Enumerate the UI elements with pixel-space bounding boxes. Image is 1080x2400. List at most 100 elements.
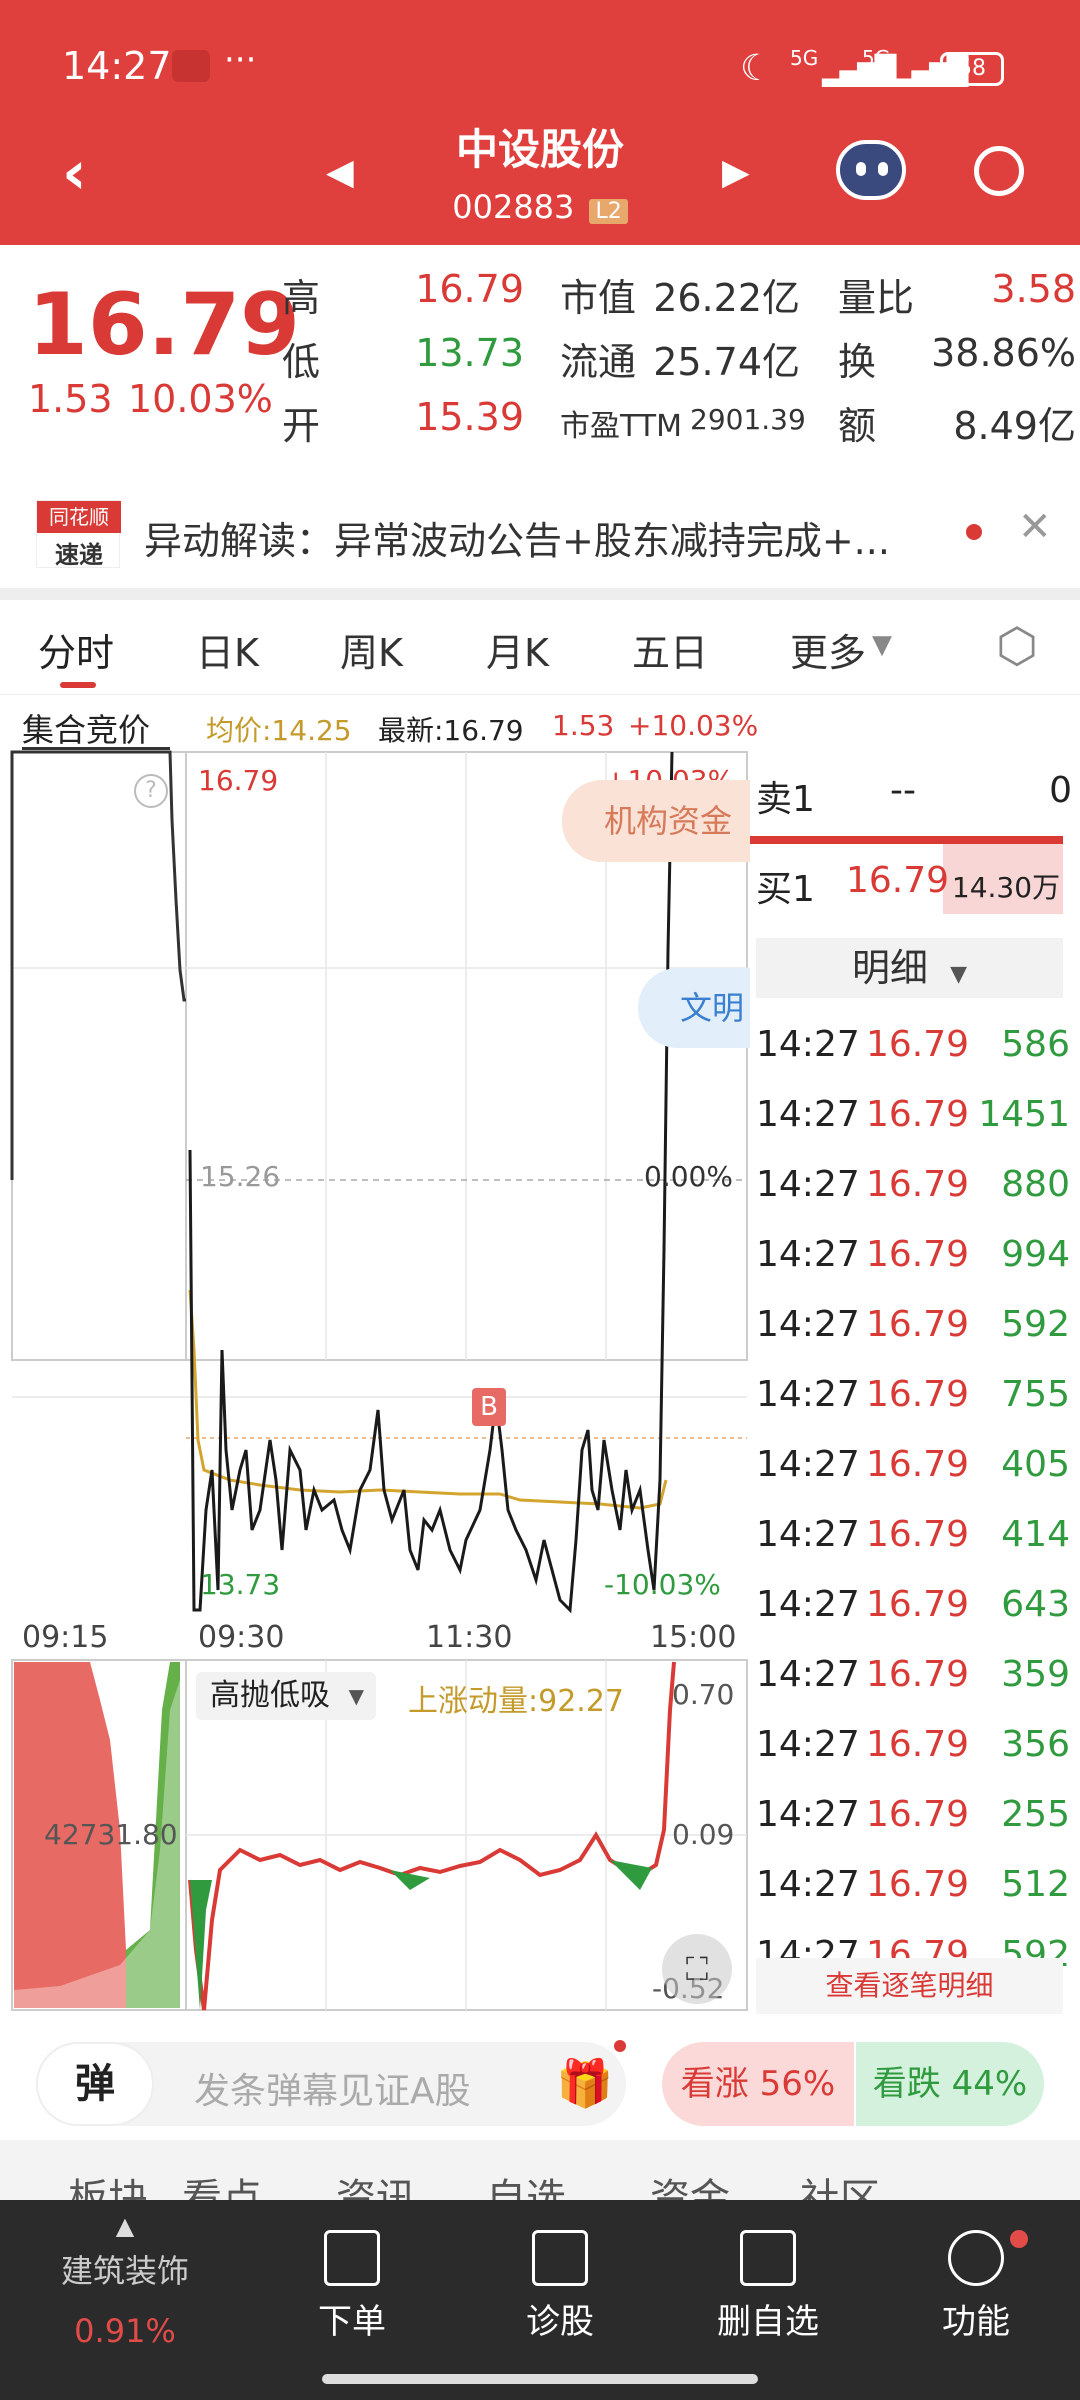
fullscreen-icon[interactable]: ⛶ <box>662 1934 732 2004</box>
tick-price: 16.79 <box>866 1304 970 1345</box>
float-label: 流通 <box>560 340 637 384</box>
wenming-badge[interactable]: 文明 <box>638 968 750 1048</box>
view-all-ticks-button[interactable]: 查看逐笔明细 <box>756 1958 1063 2014</box>
robot-assistant-icon[interactable] <box>836 140 906 200</box>
news-badge: 同花顺 速递 <box>36 500 121 569</box>
notification-icon <box>172 50 210 82</box>
tick-time: 14:27 <box>756 1234 860 1275</box>
sell1-price: -- <box>890 770 916 811</box>
turnover-value: 38.86% <box>931 331 1076 375</box>
danmu-input[interactable]: 弹 发条弹幕见证A股 🎁 <box>36 2042 626 2126</box>
tick-time: 14:27 <box>756 1514 860 1555</box>
avg-price-line <box>188 1289 668 1510</box>
tick-time: 14:27 <box>756 1864 860 1905</box>
tick-row: 14:27 16.79 592 <box>750 1292 1080 1362</box>
close-icon[interactable]: ✕ <box>1018 504 1052 550</box>
partial-tab-3[interactable]: 自选 <box>486 2166 566 2200</box>
tick-row: 14:27 16.79 586 <box>750 1012 1080 1082</box>
tick-volume: 880 <box>1001 1164 1070 1205</box>
low-label: 低 <box>282 340 321 384</box>
tab-intraday[interactable]: 分时 <box>38 622 114 677</box>
separator <box>0 588 1080 600</box>
amount-label: 额 <box>838 404 877 448</box>
tick-price: 16.79 <box>866 1444 970 1485</box>
tab-daily-k[interactable]: 日K <box>196 622 259 677</box>
partial-tab-1[interactable]: 看点 <box>182 2166 262 2200</box>
danmu-icon[interactable]: 弹 <box>36 2042 154 2126</box>
tick-price: 16.79 <box>866 1584 970 1625</box>
partial-tab-2[interactable]: 资讯 <box>336 2166 416 2200</box>
auction-price-line <box>10 750 186 1180</box>
nav-functions-label: 功能 <box>942 2302 1010 2342</box>
detail-toggle[interactable]: 明细 ▼ <box>756 938 1063 998</box>
tick-time: 14:27 <box>756 1794 860 1835</box>
partial-tab-5[interactable]: 社区 <box>800 2166 880 2200</box>
sector-name: 建筑装饰 <box>60 2252 189 2290</box>
level2-badge[interactable]: L2 <box>589 199 628 224</box>
tab-more[interactable]: 更多 <box>790 622 866 677</box>
stock-code: 002883 <box>452 188 575 226</box>
tick-price: 16.79 <box>866 1164 970 1205</box>
chart-info-bar: 集合竞价 均价:14.25 最新:16.79 1.53 +10.03% <box>0 697 758 750</box>
stock-title: 中设股份 <box>455 125 624 174</box>
chart-top-price: 16.79 <box>198 764 279 797</box>
stock-header: ‹ ◀ 中设股份 002883 L2 ▶ <box>0 100 1080 245</box>
auction-volume-label: 42731.80 <box>44 1818 178 1851</box>
intraday-chart[interactable]: 16.79 15.26 13.73 +10.03% 0.00% -10.03% … <box>0 750 750 2015</box>
settings-hexagon-icon[interactable]: ⬡ <box>996 618 1038 674</box>
nav-functions[interactable]: 功能 <box>906 2230 1046 2343</box>
buy-marker[interactable]: B <box>472 1388 506 1426</box>
buy1-volume: 14.30万 <box>951 871 1061 904</box>
bearish-vote-button[interactable]: 看跌 44% <box>856 2042 1044 2126</box>
tick-row: 14:27 16.79 255 <box>750 1782 1080 1852</box>
tick-volume: 255 <box>1001 1794 1070 1835</box>
tick-volume: 592 <box>1001 1304 1070 1345</box>
tick-time: 14:27 <box>756 1164 860 1205</box>
tick-row: 14:27 16.79 405 <box>750 1432 1080 1502</box>
tab-monthly-k[interactable]: 月K <box>486 622 549 677</box>
nav-order-label: 下单 <box>318 2302 386 2342</box>
partial-tab-0[interactable]: 板块 <box>68 2166 148 2200</box>
news-badge-top: 同花顺 <box>37 501 121 533</box>
tick-volume: 755 <box>1001 1374 1070 1415</box>
nav-diagnose[interactable]: 诊股 <box>490 2230 630 2343</box>
tab-five-day[interactable]: 五日 <box>632 622 708 677</box>
search-icon[interactable] <box>974 146 1024 196</box>
nav-order[interactable]: 下单 <box>282 2230 422 2343</box>
float-value: 25.74亿 <box>653 340 800 384</box>
buy1-label: 买1 <box>756 869 815 910</box>
danmu-icon-text: 弹 <box>75 2061 115 2107</box>
x-label-0915: 09:15 <box>22 1620 109 1655</box>
tick-price: 16.79 <box>866 1024 970 1065</box>
tick-row: 14:27 16.79 512 <box>750 1852 1080 1922</box>
menu-circle-icon <box>948 2230 1004 2286</box>
tick-row: 14:27 16.79 414 <box>750 1502 1080 1572</box>
danmu-bar: 弹 发条弹幕见证A股 🎁 看涨 56% 看跌 44% <box>0 2030 1080 2140</box>
tick-volume: 643 <box>1001 1584 1070 1625</box>
signal-5g-1: 5G <box>790 46 819 70</box>
chart-mid-price: 15.26 <box>200 1160 281 1193</box>
partial-tab-4[interactable]: 资金 <box>650 2166 730 2200</box>
remove-square-icon <box>740 2230 796 2286</box>
more-dots: ··· <box>224 40 257 80</box>
indicator-select[interactable]: 高抛低吸 ▼ <box>196 1672 376 1720</box>
gift-icon[interactable]: 🎁 <box>556 2056 613 2111</box>
tick-volume: 1451 <box>978 1094 1070 1135</box>
moon-icon: ☾ <box>740 48 773 89</box>
news-bar[interactable]: 同花顺 速递 异动解读：异常波动公告+股东减持完成+... ✕ <box>0 480 1080 585</box>
chart-bottom-pct: -10.03% <box>604 1568 721 1601</box>
info-change-pct: +10.03% <box>628 709 759 742</box>
tick-price: 16.79 <box>866 1374 970 1415</box>
chevron-down-icon: ▼ <box>348 1684 364 1708</box>
next-stock-icon[interactable]: ▶ <box>722 152 750 193</box>
depth-bar <box>750 836 1063 844</box>
help-icon[interactable]: ? <box>134 774 168 808</box>
tab-weekly-k[interactable]: 周K <box>340 622 403 677</box>
tick-volume: 414 <box>1001 1514 1070 1555</box>
bullish-vote-button[interactable]: 看涨 56% <box>662 2042 854 2126</box>
institution-funds-badge[interactable]: 机构资金 <box>562 780 750 862</box>
sector-item[interactable]: ▲ 建筑装饰 0.91% <box>40 2212 210 2350</box>
nav-remove-watchlist[interactable]: 删自选 <box>698 2230 838 2343</box>
mcap-value: 26.22亿 <box>653 276 800 320</box>
current-price: 16.79 <box>28 275 301 375</box>
